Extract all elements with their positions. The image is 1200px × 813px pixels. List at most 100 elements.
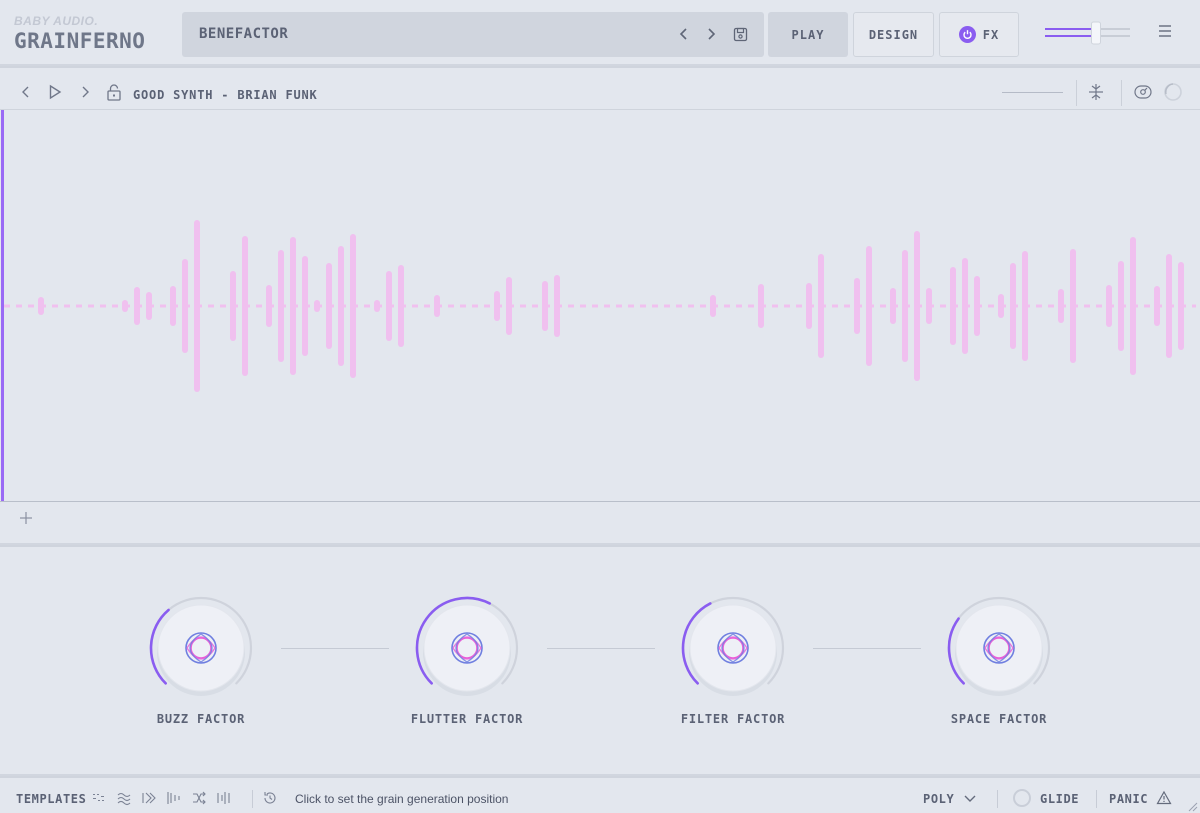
flutter-factor-knob[interactable]: [414, 595, 520, 701]
preset-name: BENEFACTOR: [199, 26, 289, 42]
preset-browser[interactable]: BENEFACTOR: [182, 12, 764, 57]
template-wave-button[interactable]: [116, 790, 132, 806]
history-button[interactable]: [262, 790, 278, 806]
template-pulse-button[interactable]: [216, 790, 232, 806]
panic-warning-icon[interactable]: [1156, 790, 1172, 806]
sample-lock-button[interactable]: [104, 82, 124, 102]
waveform-display[interactable]: [0, 110, 1200, 502]
waveform-bar: [194, 220, 200, 392]
knob-connector: [813, 648, 921, 649]
master-volume-slider[interactable]: [1044, 20, 1132, 46]
waveform-bar: [1118, 261, 1124, 351]
waveform-bar: [338, 246, 344, 366]
save-icon: [733, 27, 747, 41]
waveform-bar: [1010, 263, 1016, 349]
template-bars-button[interactable]: [166, 790, 182, 806]
waveform-bar: [434, 295, 440, 317]
footer-divider: [997, 790, 998, 808]
stretch-button[interactable]: [1086, 82, 1106, 102]
tab-play[interactable]: PLAY: [768, 12, 848, 57]
bars-icon: [167, 792, 180, 804]
warning-icon: [1156, 790, 1172, 805]
waveform-bar: [182, 259, 188, 353]
waveform-bar: [554, 275, 560, 337]
footer-divider: [1096, 790, 1097, 808]
chevron-right-icon: [708, 28, 716, 40]
waveform-bar: [1178, 262, 1184, 350]
waveform-bar: [854, 278, 860, 334]
waveform-bar: [170, 286, 176, 326]
tab-fx-label: FX: [982, 27, 1000, 42]
waveform-bar: [146, 292, 152, 320]
waveform-bar: [326, 263, 332, 349]
sample-name: GOOD SYNTH - BRIAN FUNK: [133, 88, 318, 102]
glide-label: GLIDE: [1040, 792, 1080, 806]
tab-fx[interactable]: FX: [939, 12, 1019, 57]
tab-design[interactable]: DESIGN: [853, 12, 934, 57]
waveform-bar: [866, 246, 872, 366]
preset-prev-button[interactable]: [673, 23, 695, 45]
footer-bar: TEMPLATES Click to set the grain generat…: [0, 778, 1200, 813]
voice-mode-select[interactable]: POLY: [923, 792, 954, 806]
loading-ring-icon: [1164, 83, 1182, 101]
preset-next-button[interactable]: [700, 23, 722, 45]
waveform-bar: [122, 300, 128, 312]
sample-prev-button[interactable]: [16, 82, 36, 102]
sample-zoom-line[interactable]: [1002, 92, 1063, 93]
chevron-left-icon: [22, 86, 29, 98]
resize-handle[interactable]: [1186, 799, 1198, 812]
knob-connector: [547, 648, 655, 649]
waveform-bar: [1166, 254, 1172, 358]
grain-position-marker[interactable]: [1, 110, 4, 502]
scatter-icon: [93, 794, 104, 801]
sample-play-button[interactable]: [45, 82, 65, 102]
waveform-bar: [398, 265, 404, 347]
waveform-bar: [974, 276, 980, 336]
waveform-bar: [926, 288, 932, 324]
waveform-bar: [1130, 237, 1136, 375]
space-factor-knob[interactable]: [946, 595, 1052, 701]
fast-forward-icon: [142, 792, 156, 804]
brand-product: GRAINFERNO: [14, 29, 146, 53]
waveform-panel: GOOD SYNTH - BRIAN FUNK: [0, 68, 1200, 545]
buzz-factor-knob[interactable]: [148, 595, 254, 701]
waveform-bar: [818, 254, 824, 358]
play-icon: [49, 84, 62, 100]
waveform-bar: [386, 271, 392, 341]
waveform-bar: [542, 281, 548, 331]
waveform-bar: [1022, 251, 1028, 361]
preset-save-button[interactable]: [729, 23, 751, 45]
chevron-down-icon: [964, 795, 976, 802]
glide-ring-icon: [1013, 789, 1031, 807]
waves-icon: [117, 792, 131, 806]
disc-icon: [1134, 85, 1152, 99]
waveform-bar: [266, 285, 272, 327]
add-sample-button[interactable]: [17, 509, 35, 527]
waveform-bar: [290, 237, 296, 375]
filter-factor-knob[interactable]: [680, 595, 786, 701]
flutter-factor-label: FLUTTER FACTOR: [410, 712, 524, 726]
panic-button[interactable]: PANIC: [1109, 792, 1148, 806]
sample-next-button[interactable]: [75, 82, 95, 102]
templates-label[interactable]: TEMPLATES: [16, 792, 86, 806]
pulse-icon: [217, 792, 230, 804]
template-random-button[interactable]: [191, 790, 207, 806]
glide-knob[interactable]: [1012, 788, 1032, 808]
waveform-bar: [350, 234, 356, 378]
knob-graphic: [947, 596, 1051, 696]
header-divider: [1121, 80, 1122, 106]
hamburger-menu-icon: [1159, 25, 1171, 37]
template-forward-button[interactable]: [141, 790, 157, 806]
waveform-bar: [494, 291, 500, 321]
knob-graphic: [681, 596, 785, 696]
sample-settings-button[interactable]: [1133, 82, 1153, 102]
waveform-bar: [38, 297, 44, 315]
voice-mode-dropdown[interactable]: [962, 791, 978, 807]
space-factor-label: SPACE FACTOR: [950, 712, 1048, 726]
menu-button[interactable]: [1157, 24, 1179, 42]
buzz-factor-label: BUZZ FACTOR: [156, 712, 246, 726]
template-scatter-button[interactable]: [91, 790, 107, 806]
waveform-bar: [374, 300, 380, 312]
sample-loop-button[interactable]: [1163, 82, 1183, 102]
fx-power-icon[interactable]: [958, 26, 976, 43]
